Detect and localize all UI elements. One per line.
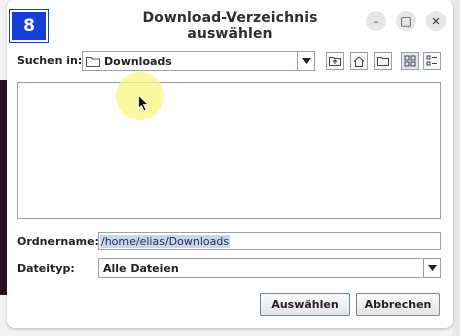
look-in-combo[interactable]: Downloads [82,51,315,71]
folder-icon [86,56,100,67]
minimize-button[interactable]: – [366,11,386,31]
look-in-value: Downloads [104,54,172,68]
select-button[interactable]: Auswählen [260,293,350,316]
file-list[interactable] [17,82,441,219]
close-icon: ✕ [431,14,441,28]
home-icon [353,55,365,67]
details-view-button[interactable] [423,52,441,70]
file-type-value: Alle Dateien [103,261,179,275]
up-folder-icon [329,56,341,66]
minimize-icon: – [373,14,379,28]
dialog-title: Download-Verzeichnis auswählen [142,10,318,42]
screen-edge [452,0,460,336]
up-folder-button[interactable] [326,52,344,70]
chevron-down-icon [297,52,314,70]
folder-name-value: /home/elias/Downloads [100,234,231,248]
new-folder-button[interactable] [374,52,392,70]
chevron-down-icon [423,259,440,277]
details-view-icon [426,55,438,67]
list-view-button[interactable] [401,52,419,70]
folder-name-input[interactable]: /home/elias/Downloads [98,232,441,250]
file-type-combo[interactable]: Alle Dateien [98,258,441,278]
mouse-cursor-icon [138,94,150,116]
cancel-button[interactable]: Abbrechen [356,293,440,316]
home-button[interactable] [350,52,368,70]
maximize-button[interactable]: □ [396,11,416,31]
file-type-label: Dateityp: [17,262,75,275]
step-badge: 8 [10,10,48,42]
list-view-icon [404,55,416,67]
look-in-label: Suchen in: [17,54,83,67]
maximize-icon: □ [400,14,412,28]
folder-name-label: Ordnername: [17,235,99,248]
close-button[interactable]: ✕ [426,11,446,31]
new-folder-icon [377,56,389,66]
